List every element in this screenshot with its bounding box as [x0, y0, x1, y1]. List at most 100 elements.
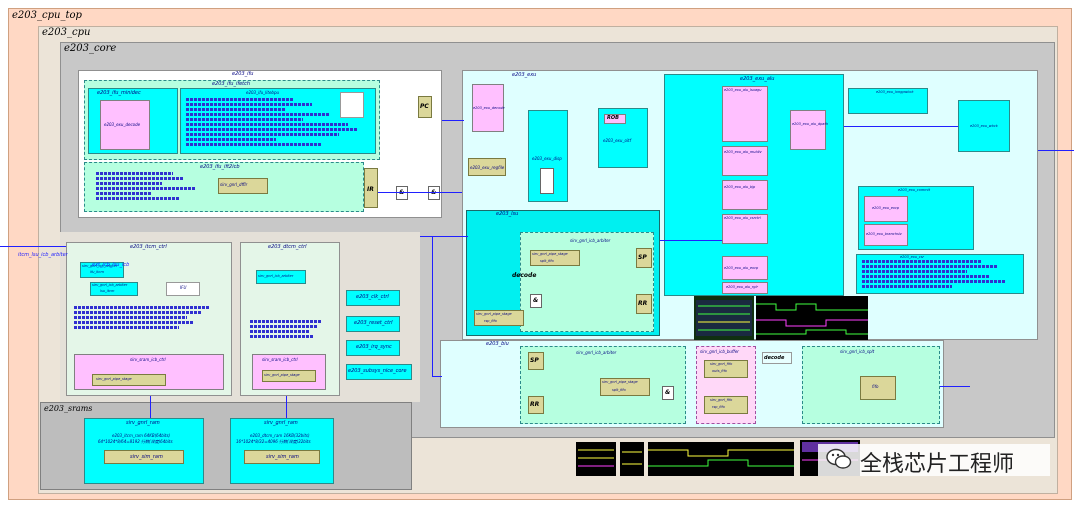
lsu-rr-label: RR	[638, 300, 648, 307]
lsu-and-label: &	[533, 297, 539, 304]
exu-alu-lsuagu-block	[722, 86, 768, 142]
lsu-fifo1-label: sirv_gnrl_pipe_stage	[532, 252, 568, 256]
cpu-title: e203_cpu	[42, 27, 91, 38]
wire-ifu-ir	[378, 192, 462, 193]
ifu-litebpu-code	[186, 98, 366, 148]
wire-ifu-exu	[442, 120, 464, 121]
dtcm-ram-label: sirv_gnrl_ram	[264, 420, 298, 426]
reset-ctrl-label: e203_reset_ctrl	[354, 320, 393, 326]
biu-title: e203_biu	[486, 341, 509, 347]
dtcm-sram-ctrl-label: sirv_sram_icb_ctrl	[262, 357, 298, 362]
dtcm-title: e203_dtcm_ctrl	[268, 244, 307, 250]
wire-core-biu	[432, 236, 433, 376]
exu-alu-excp-label: e203_exu_alu_excp	[724, 266, 759, 270]
biu-sp-label: SP	[530, 357, 539, 364]
exu-alu-rglr-label: e203_exu_alu_rglr	[726, 285, 758, 289]
ifu-litebpu-title: e203_ifu_litebpu	[246, 90, 280, 95]
itcm-title: e203_itcm_ctrl	[130, 244, 167, 250]
exu-decode-label: e203_exu_decode	[473, 106, 505, 110]
wire-lsu-exu	[660, 240, 722, 241]
exu-rob-sub-label: e203_exu_oitf	[603, 138, 631, 143]
dtcm-ram-inner-label: sirv_sim_ram	[266, 454, 299, 460]
dtcm-sram-pipe-label: sirv_gnrl_pipe_stage	[264, 373, 300, 377]
exu-wbck-label: e203_exu_wbck	[970, 124, 998, 128]
exu-rob-label: ROB	[607, 115, 619, 121]
ifu-exu-decode-label: e203_exu_decode	[104, 122, 141, 127]
biu-buffer-label: sirv_gnrl_icb_buffer	[700, 349, 739, 354]
itcm-lsu-arb-label: sirv_gnrl_icb_arbiter	[92, 283, 128, 287]
side-note-left2: ext_icb_lsu_icb	[92, 262, 130, 268]
exu-longpwbck-label: e203_exu_longpwbck	[876, 90, 914, 94]
itcm-ram-desc2: 64*1024*8/64=8192 行数(深度)64bits	[98, 439, 173, 444]
core-title: e203_core	[64, 43, 117, 54]
waveform-panel-1	[694, 296, 754, 340]
wire-left-in	[0, 246, 66, 247]
exu-title: e203_exu	[512, 72, 537, 78]
exu-alu-title: e203_exu_alu	[740, 76, 775, 82]
biu-buf-fifo1-sub: outs_fifo	[712, 369, 727, 373]
biu-arbiter-label: sirv_gnrl_icb_arbiter	[576, 350, 617, 355]
itcm-sram-pipe-label: sirv_gnrl_pipe_stage	[96, 377, 132, 381]
itcm-code	[74, 306, 224, 331]
itcm-ifu-label: IFU	[180, 285, 187, 290]
exu-alu-dpath-block	[790, 110, 826, 150]
ifu-ifetch-title: e203_ifu_ifetch	[212, 81, 251, 87]
wire-biu-out	[940, 386, 970, 387]
biu-buf-fifo1-label: sirv_gnrl_fifo	[710, 362, 733, 366]
lsu-fifo1-sub: splt_fifo	[540, 259, 554, 263]
irq-sync-label: e203_irq_sync	[356, 344, 392, 350]
exu-commit-branchslv-label: e203_exu_branchslv	[866, 232, 902, 236]
srams-title: e203_srams	[44, 404, 93, 413]
exu-csr-label: e203_exu_csr	[900, 255, 924, 259]
lsu-fifo2-sub: rsp_fifo	[484, 319, 497, 323]
ifu-ift2icb-title: e203_ifu_ift2icb	[200, 164, 240, 170]
wechat-icon	[826, 447, 852, 471]
lsu-decode-label: decode	[512, 272, 537, 279]
extend-csr-label: e203_subsys_nice_core	[348, 368, 407, 374]
itcm-ram-desc: e203_itcm_ram 64KB(64bits)	[112, 433, 171, 438]
ifu-ir-label: IR	[367, 186, 374, 193]
ifu-pc-label: PC	[420, 103, 429, 110]
biu-pipe-sub: splt_fifo	[612, 388, 626, 392]
exu-disp-label: e203_exu_disp	[532, 156, 562, 161]
lsu-title: e203_lsu	[496, 211, 519, 217]
dtcm-ram-desc2: 16*1024*8/32=4096 行数(深度)32bits	[236, 439, 311, 444]
itcm-ram-label: sirv_gnrl_ram	[126, 420, 160, 426]
biu-and-label: &	[665, 389, 671, 396]
itcm-ram-inner-label: sirv_sim_ram	[130, 454, 163, 460]
lsu-fifo2-label: sirv_gnrl_pipe_stage	[476, 312, 512, 316]
biu-buf-fifo2-sub: rsp_fifo	[712, 405, 725, 409]
wire-dtcm-sram	[286, 396, 287, 418]
wire-exu-biu	[420, 236, 468, 237]
exu-alu-dpath-label: e203_exu_alu_dpath	[792, 122, 829, 126]
ifu-dfflr-label: sirv_gnrl_dfflr	[220, 182, 248, 187]
exu-commit-label: e203_exu_commit	[898, 188, 931, 192]
exu-commit-excp-label: e203_exu_excp	[872, 206, 900, 210]
dtcm-code	[250, 320, 330, 340]
waveform-panel-4	[620, 442, 644, 476]
itcm-lsu-arb-sub: lsu_itcm	[100, 289, 115, 293]
ifu-unit-box	[340, 92, 364, 118]
itcm-sram-ctrl-label: sirv_sram_icb_ctrl	[130, 357, 166, 362]
exu-regfile-label: e203_exu_regfile	[470, 165, 505, 170]
diagram-canvas: e203_cpu_top e203_cpu e203_core e203_ifu…	[0, 0, 1079, 507]
lsu-sp-label: SP	[638, 254, 647, 261]
biu-rr-label: RR	[530, 401, 540, 408]
itcm-ifu-arb-sub: ifu_itcm	[90, 270, 104, 274]
side-note-left: itcm_lsu_icb_arbiter	[18, 252, 68, 258]
exu-alu-bjp-label: e203_exu_alu_bjp	[724, 185, 756, 189]
lsu-arbiter-label: sirv_gnrl_icb_arbiter	[570, 238, 611, 243]
exu-alu-muldiv-label: e203_exu_alu_muldiv	[724, 150, 762, 154]
biu-buf-fifo2-label: sirv_gnrl_fifo	[710, 398, 733, 402]
dtcm-ram-desc: e203_dtcm_ram 16KB(32bits)	[250, 433, 310, 438]
waveform-panel-5	[648, 442, 794, 476]
exu-csr-notes	[862, 260, 1012, 290]
lsu-ctrl-block	[520, 232, 654, 332]
dtcm-arb-label: sirv_gnrl_icb_arbiter	[258, 274, 294, 278]
clk-ctrl-label: e203_clk_ctrl	[356, 294, 389, 300]
ifu-title: e203_ifu	[232, 71, 254, 77]
waveform-panel-3	[576, 442, 616, 476]
ifu-ift2icb-code	[96, 172, 206, 202]
wire-exu-right	[1038, 150, 1074, 151]
biu-pipe-label: sirv_gnrl_pipe_stage	[602, 380, 638, 384]
